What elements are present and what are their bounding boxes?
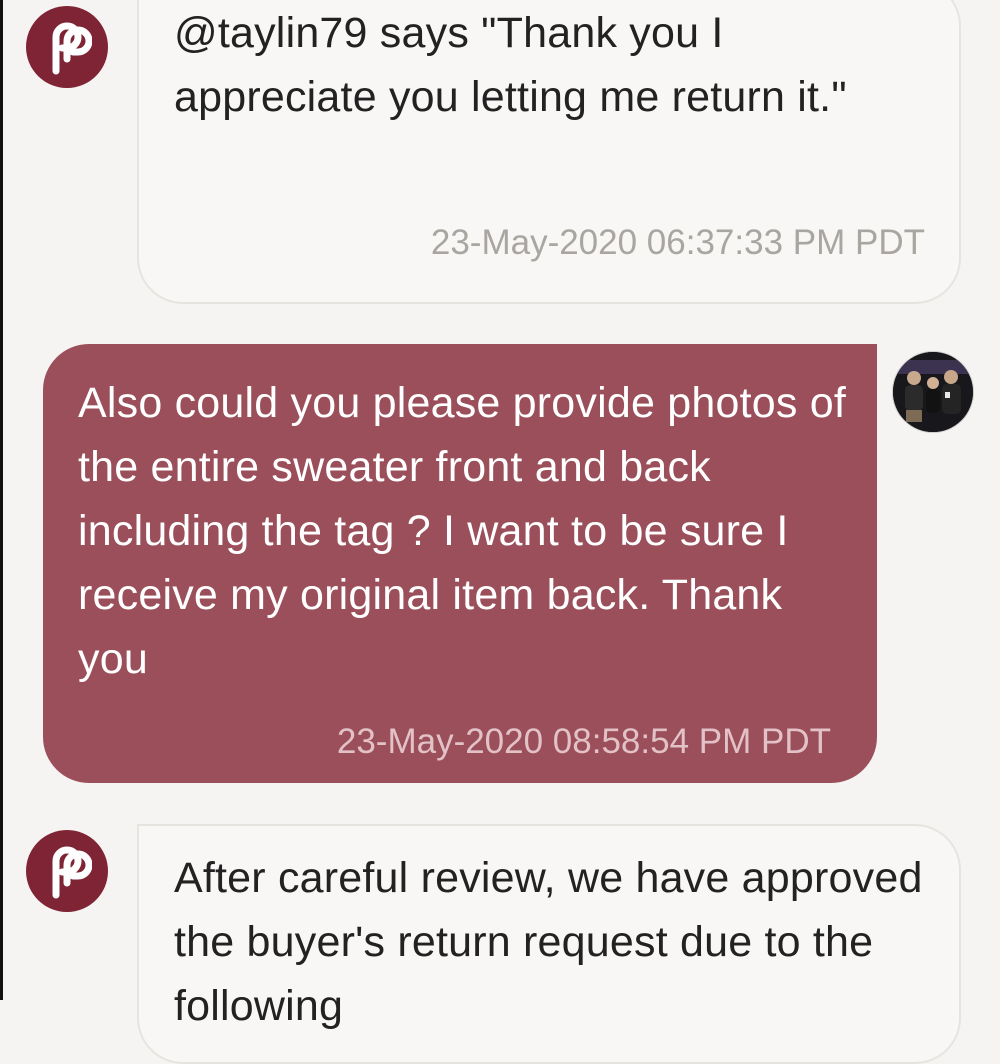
screen-edge bbox=[0, 0, 3, 1000]
user-avatar[interactable] bbox=[892, 351, 974, 433]
message-text: @taylin79 says "Thank you I appreciate y… bbox=[174, 9, 847, 121]
message-bubble: After careful review, we have approved t… bbox=[137, 824, 961, 1064]
message-timestamp: 23-May-2020 06:37:33 PM PDT bbox=[430, 223, 925, 262]
poshmark-avatar bbox=[26, 6, 108, 88]
poshmark-avatar bbox=[26, 830, 108, 912]
message-bubble: Also could you please provide photos of … bbox=[43, 344, 877, 783]
poshmark-logo-icon bbox=[52, 22, 92, 75]
message-text: Also could you please provide photos of … bbox=[78, 379, 846, 683]
user-photo bbox=[893, 352, 973, 432]
poshmark-logo-icon bbox=[52, 846, 92, 899]
message-timestamp: 23-May-2020 08:58:54 PM PDT bbox=[336, 722, 831, 761]
message-bubble: @taylin79 says "Thank you I appreciate y… bbox=[137, 0, 961, 304]
message-text: After careful review, we have approved t… bbox=[174, 854, 923, 1030]
